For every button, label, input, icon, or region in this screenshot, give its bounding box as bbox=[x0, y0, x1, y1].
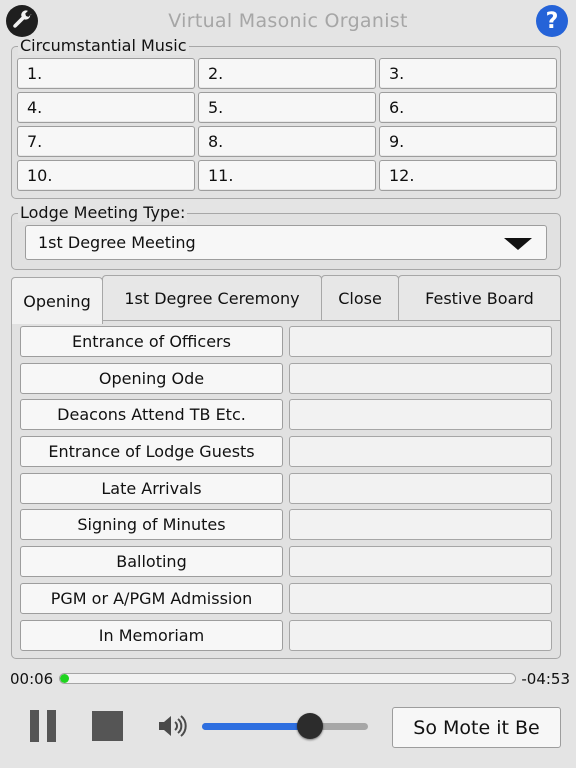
event-track-field[interactable] bbox=[289, 399, 552, 431]
lodge-meeting-type-value: 1st Degree Meeting bbox=[38, 233, 196, 252]
music-slot-3[interactable]: 3. bbox=[379, 58, 557, 89]
time-elapsed: 00:06 bbox=[10, 670, 54, 688]
volume-button[interactable] bbox=[157, 712, 189, 740]
tab-close[interactable]: Close bbox=[321, 275, 399, 320]
event-button-late-arrivals[interactable]: Late Arrivals bbox=[20, 472, 283, 504]
speaker-icon bbox=[159, 715, 187, 737]
event-track-field[interactable] bbox=[289, 619, 552, 651]
lodge-meeting-type-select[interactable]: 1st Degree Meeting bbox=[25, 225, 547, 260]
music-slot-2[interactable]: 2. bbox=[198, 58, 376, 89]
event-track-field[interactable] bbox=[289, 362, 552, 394]
event-button-opening-ode[interactable]: Opening Ode bbox=[20, 362, 283, 394]
event-list: Entrance of Officers Opening Ode Deacons… bbox=[20, 326, 552, 656]
music-slot-5[interactable]: 5. bbox=[198, 92, 376, 123]
event-button-deacons-attend-tb[interactable]: Deacons Attend TB Etc. bbox=[20, 399, 283, 431]
event-track-field[interactable] bbox=[289, 546, 552, 578]
lodge-meeting-type-group: Lodge Meeting Type: 1st Degree Meeting bbox=[11, 204, 561, 270]
pause-icon bbox=[30, 710, 39, 742]
volume-knob[interactable] bbox=[296, 713, 323, 739]
tab-festive-board[interactable]: Festive Board bbox=[398, 275, 561, 320]
event-track-field[interactable] bbox=[289, 326, 552, 357]
event-button-balloting[interactable]: Balloting bbox=[20, 546, 283, 578]
event-track-field[interactable] bbox=[289, 472, 552, 504]
music-slot-8[interactable]: 8. bbox=[198, 126, 376, 157]
event-button-pgm-admission[interactable]: PGM or A/PGM Admission bbox=[20, 582, 283, 614]
playback-progress-bar[interactable] bbox=[59, 673, 516, 684]
help-icon: ? bbox=[545, 8, 559, 34]
event-row: PGM or A/PGM Admission bbox=[20, 582, 552, 614]
opening-panel: Entrance of Officers Opening Ode Deacons… bbox=[11, 320, 561, 659]
lodge-meeting-type-label: Lodge Meeting Type: bbox=[18, 203, 188, 222]
tab-1st-degree-ceremony[interactable]: 1st Degree Ceremony bbox=[102, 275, 322, 320]
music-slot-9[interactable]: 9. bbox=[379, 126, 557, 157]
time-remaining: -04:53 bbox=[521, 670, 570, 688]
event-button-entrance-of-lodge-guests[interactable]: Entrance of Lodge Guests bbox=[20, 436, 283, 468]
tab-label: Close bbox=[338, 288, 382, 308]
volume-slider[interactable] bbox=[202, 713, 368, 739]
event-row: Deacons Attend TB Etc. bbox=[20, 399, 552, 431]
playback-progress-fill bbox=[60, 674, 70, 683]
stop-button[interactable] bbox=[92, 711, 123, 741]
triangle-down-icon bbox=[504, 238, 532, 250]
music-slot-6[interactable]: 6. bbox=[379, 92, 557, 123]
tab-label: Festive Board bbox=[425, 288, 534, 308]
help-button[interactable]: ? bbox=[536, 5, 568, 37]
event-row: In Memoriam bbox=[20, 619, 552, 651]
event-row: Entrance of Lodge Guests bbox=[20, 436, 552, 468]
event-row: Opening Ode bbox=[20, 362, 552, 394]
music-slot-12[interactable]: 12. bbox=[379, 160, 557, 191]
tab-label: 1st Degree Ceremony bbox=[124, 288, 300, 308]
circumstantial-grid: 1. 2. 3. 4. 5. 6. 7. 8. 9. 10. 11. 12. bbox=[17, 58, 557, 191]
event-row: Entrance of Officers bbox=[20, 326, 552, 357]
music-slot-11[interactable]: 11. bbox=[198, 160, 376, 191]
music-slot-7[interactable]: 7. bbox=[17, 126, 195, 157]
event-row: Late Arrivals bbox=[20, 472, 552, 504]
event-track-field[interactable] bbox=[289, 582, 552, 614]
event-button-signing-of-minutes[interactable]: Signing of Minutes bbox=[20, 509, 283, 541]
event-row: Signing of Minutes bbox=[20, 509, 552, 541]
pause-button[interactable] bbox=[30, 710, 56, 742]
circumstantial-music-label: Circumstantial Music bbox=[18, 36, 189, 55]
so-mote-it-be-button[interactable]: So Mote it Be bbox=[392, 707, 561, 748]
tab-opening[interactable]: Opening bbox=[11, 277, 103, 324]
event-button-in-memoriam[interactable]: In Memoriam bbox=[20, 619, 283, 651]
event-track-field[interactable] bbox=[289, 436, 552, 468]
event-row: Balloting bbox=[20, 546, 552, 578]
ceremony-tabs: Opening 1st Degree Ceremony Close Festiv… bbox=[11, 275, 561, 324]
pause-icon-bar bbox=[47, 710, 56, 742]
music-slot-10[interactable]: 10. bbox=[17, 160, 195, 191]
circumstantial-music-group: Circumstantial Music 1. 2. 3. 4. 5. 6. 7… bbox=[11, 37, 561, 199]
event-track-field[interactable] bbox=[289, 509, 552, 541]
app-title: Virtual Masonic Organist bbox=[168, 10, 408, 32]
music-slot-1[interactable]: 1. bbox=[17, 58, 195, 89]
music-slot-4[interactable]: 4. bbox=[17, 92, 195, 123]
event-button-entrance-of-officers[interactable]: Entrance of Officers bbox=[20, 326, 283, 357]
tab-label: Opening bbox=[23, 291, 91, 311]
volume-fill bbox=[202, 723, 310, 730]
